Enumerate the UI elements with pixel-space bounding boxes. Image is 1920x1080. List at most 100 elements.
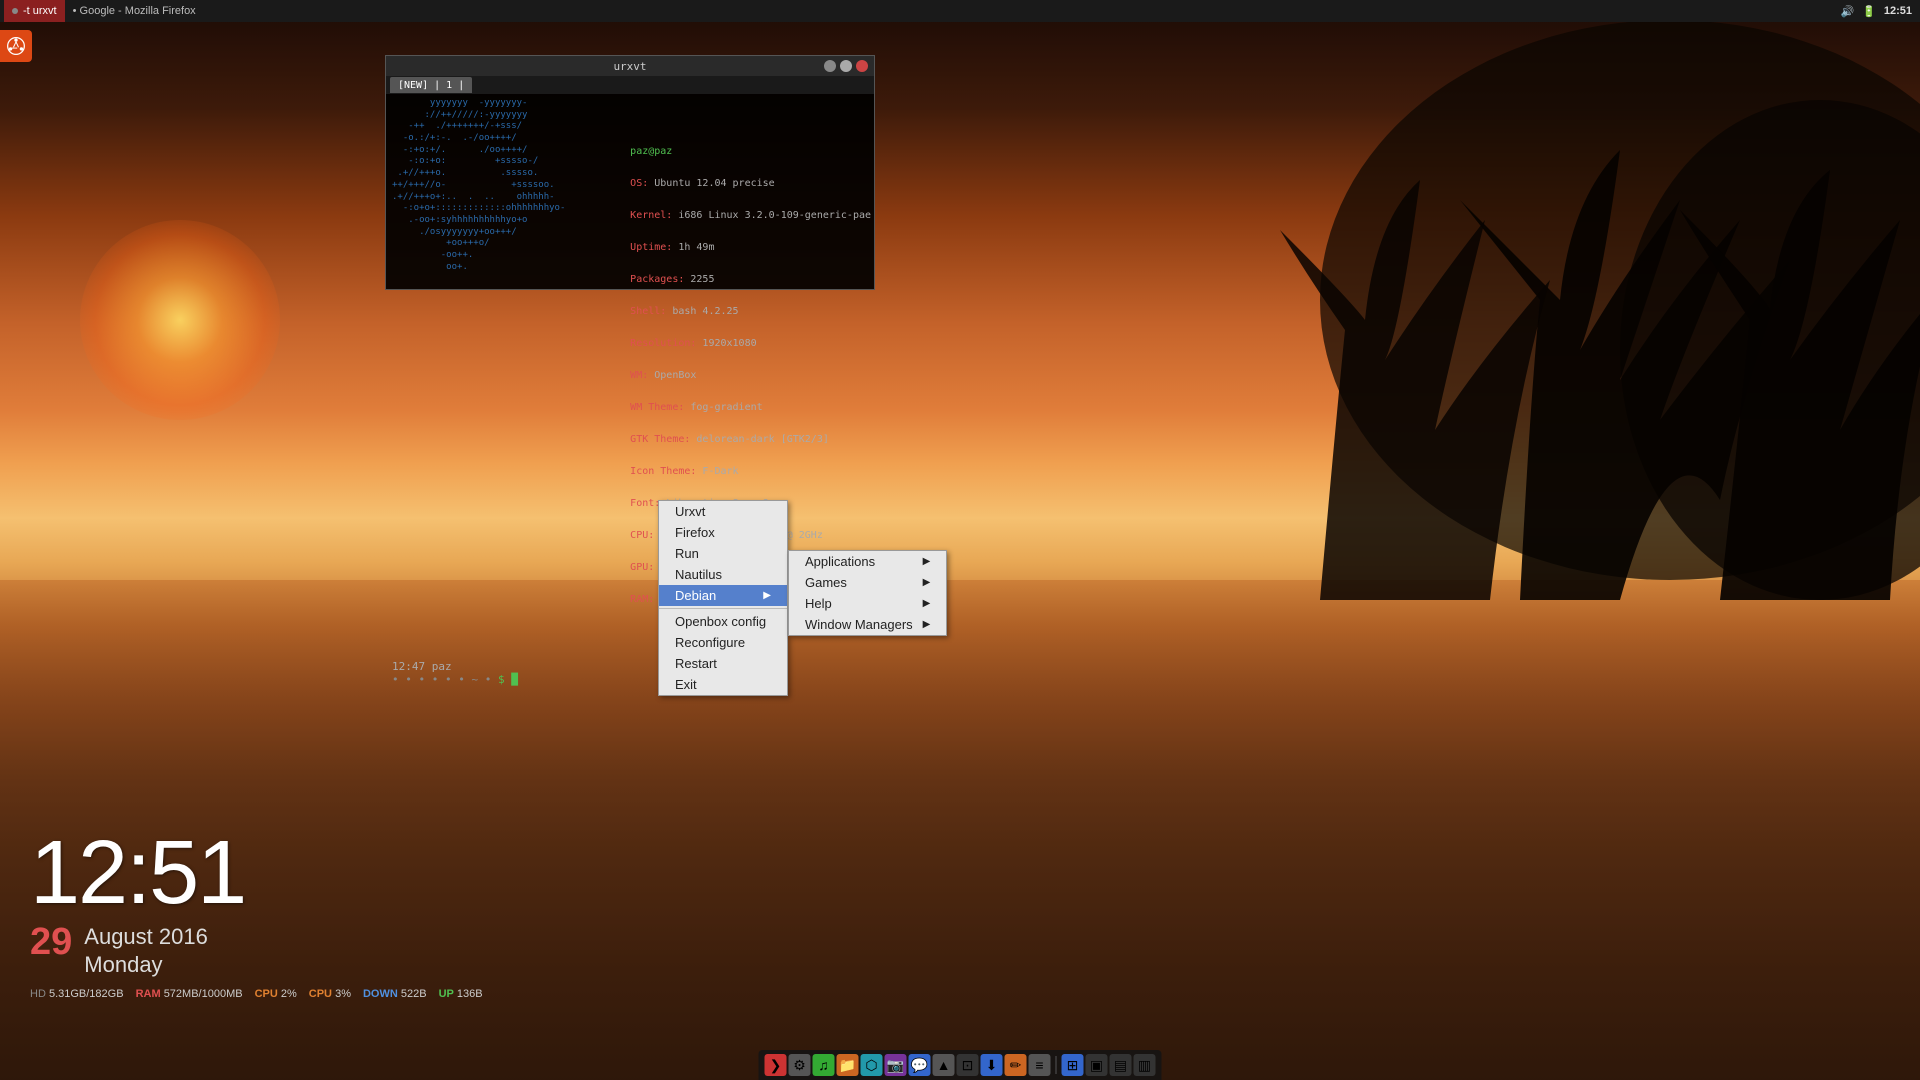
dock-icon-terminal[interactable]: ❯ xyxy=(765,1054,787,1076)
minimize-button[interactable] xyxy=(824,60,836,72)
menu-item-run[interactable]: Run xyxy=(659,543,787,564)
task-urxvt-label: -t urxvt xyxy=(23,5,57,17)
menu-arrow-debian: ▶ xyxy=(763,590,771,601)
ubuntu-logo xyxy=(6,36,26,56)
clock-widget: 12:51 29 August 2016 Monday xyxy=(30,828,245,980)
menu-item-exit[interactable]: Exit xyxy=(659,674,787,695)
menu-item-openbox-config[interactable]: Openbox config xyxy=(659,611,787,632)
dock-icon-preview3[interactable]: ▥ xyxy=(1134,1054,1156,1076)
dock-icon-screenshot[interactable]: 📷 xyxy=(885,1054,907,1076)
taskbar-right: 🔊 🔋 12:51 xyxy=(1832,0,1920,22)
stat-ram: RAM 572MB/1000MB xyxy=(136,988,243,1000)
stat-ram-label-red: RAM xyxy=(136,988,161,1000)
dock-icon-preview2[interactable]: ▤ xyxy=(1110,1054,1132,1076)
context-menu: Urxvt Firefox Run Nautilus Debian ▶ Open… xyxy=(658,500,788,696)
menu-label-nautilus: Nautilus xyxy=(675,567,722,582)
menu-label-restart: Restart xyxy=(675,656,717,671)
terminal-tab[interactable]: [NEW] | 1 | xyxy=(390,77,472,93)
stat-down: DOWN 522B xyxy=(363,988,427,1000)
menu-arrow-games: ▶ xyxy=(923,577,931,588)
stat-down-label: DOWN xyxy=(363,988,398,1000)
menu-item-firefox[interactable]: Firefox xyxy=(659,522,787,543)
dock-separator xyxy=(1056,1056,1057,1074)
stat-cpu1: CPU 2% xyxy=(255,988,297,1000)
clock-time: 12:51 xyxy=(30,828,245,918)
window-controls xyxy=(824,60,868,72)
prompt-dots: • • • • • • ~ • xyxy=(392,673,491,686)
task-firefox[interactable]: • Google - Mozilla Firefox xyxy=(65,0,204,22)
stat-cpu-value: 2% xyxy=(281,988,297,1000)
task-urxvt[interactable]: -t urxvt xyxy=(4,0,65,22)
dock-icon-calc[interactable]: ≡ xyxy=(1029,1054,1051,1076)
clock-day-name: Monday xyxy=(84,951,208,980)
prompt-time: 12:47 paz xyxy=(392,660,452,673)
menu-item-debian[interactable]: Debian ▶ xyxy=(659,585,787,606)
menu-item-window-managers[interactable]: Window Managers ▶ xyxy=(789,614,946,635)
dock-icon-music[interactable]: ♫ xyxy=(813,1054,835,1076)
ubuntu-button[interactable] xyxy=(0,30,32,62)
clock-date: 29 August 2016 Monday xyxy=(30,923,245,980)
volume-icon[interactable]: 🔊 xyxy=(1840,5,1854,18)
stat-up: UP 136B xyxy=(439,988,483,1000)
menu-item-restart[interactable]: Restart xyxy=(659,653,787,674)
stat-cpu2-label: CPU xyxy=(309,988,332,1000)
dock-icon-download[interactable]: ⬇ xyxy=(981,1054,1003,1076)
menu-label-debian: Debian xyxy=(675,588,716,603)
stat-hd-value: 5.31GB/182GB xyxy=(49,988,124,1000)
dock-icon-up[interactable]: ▲ xyxy=(933,1054,955,1076)
stat-cpu2-value: 3% xyxy=(335,988,351,1000)
stat-down-value: 522B xyxy=(401,988,427,1000)
sun-glow xyxy=(80,220,280,420)
menu-arrow-window-managers: ▶ xyxy=(923,619,931,630)
dock-icon-network[interactable]: ⬡ xyxy=(861,1054,883,1076)
close-button[interactable] xyxy=(856,60,868,72)
menu-item-games[interactable]: Games ▶ xyxy=(789,572,946,593)
menu-item-nautilus[interactable]: Nautilus xyxy=(659,564,787,585)
terminal-tabs: [NEW] | 1 | xyxy=(386,76,874,94)
menu-item-urxvt[interactable]: Urxvt xyxy=(659,501,787,522)
menu-arrow-applications: ▶ xyxy=(923,556,931,567)
menu-label-urxvt: Urxvt xyxy=(675,504,705,519)
terminal-titlebar: urxvt xyxy=(386,56,874,76)
maximize-button[interactable] xyxy=(840,60,852,72)
taskbar-top: -t urxvt • Google - Mozilla Firefox 🔊 🔋 … xyxy=(0,0,1920,22)
stat-cpu-label-orange: CPU xyxy=(255,988,278,1000)
clock-day-number: 29 xyxy=(30,923,72,961)
menu-item-help[interactable]: Help ▶ xyxy=(789,593,946,614)
task-firefox-label: • Google - Mozilla Firefox xyxy=(73,5,196,17)
menu-label-exit: Exit xyxy=(675,677,697,692)
dock-icon-workspace[interactable]: ⊞ xyxy=(1062,1054,1084,1076)
water-reflection xyxy=(0,580,1920,1080)
terminal-title: urxvt xyxy=(613,60,646,73)
terminal-ascii-art: yyyyyyy -yyyyyyy- ://++/////:-yyyyyyy -+… xyxy=(392,98,572,654)
prompt-cursor: $ █ xyxy=(498,673,518,686)
dock-icon-paint[interactable]: ✏ xyxy=(1005,1054,1027,1076)
clock-month-year: August 2016 xyxy=(84,923,208,952)
menu-item-reconfigure[interactable]: Reconfigure xyxy=(659,632,787,653)
system-stats: HD 5.31GB/182GB RAM 572MB/1000MB CPU 2% … xyxy=(30,988,483,1000)
dock-icon-preview[interactable]: ▣ xyxy=(1086,1054,1108,1076)
dock-icon-chat[interactable]: 💬 xyxy=(909,1054,931,1076)
menu-label-run: Run xyxy=(675,546,699,561)
stat-up-label: UP xyxy=(439,988,454,1000)
info-user: paz@paz xyxy=(630,146,672,157)
stat-up-value: 136B xyxy=(457,988,483,1000)
stat-ram-value: 572MB/1000MB xyxy=(164,988,243,1000)
menu-label-games: Games xyxy=(805,575,847,590)
terminal-prompt: 12:47 paz • • • • • • ~ • $ █ xyxy=(386,658,874,688)
dock-icon-map[interactable]: ⊡ xyxy=(957,1054,979,1076)
bottom-dock: ❯ ⚙ ♫ 📁 ⬡ 📷 💬 ▲ ⊡ ⬇ ✏ ≡ ⊞ ▣ ▤ ▥ xyxy=(759,1050,1162,1080)
stat-hd: HD 5.31GB/182GB xyxy=(30,988,124,1000)
terminal-window: urxvt [NEW] | 1 | yyyyyyy -yyyyyyy- ://+… xyxy=(385,55,875,290)
terminal-tab-label: [NEW] | 1 | xyxy=(398,80,464,91)
task-dot xyxy=(12,8,18,14)
menu-arrow-help: ▶ xyxy=(923,598,931,609)
menu-label-help: Help xyxy=(805,596,832,611)
menu-label-window-managers: Window Managers xyxy=(805,617,913,632)
clock-date-text: August 2016 Monday xyxy=(84,923,208,980)
menu-item-applications[interactable]: Applications ▶ xyxy=(789,551,946,572)
dock-icon-settings[interactable]: ⚙ xyxy=(789,1054,811,1076)
menu-label-reconfigure: Reconfigure xyxy=(675,635,745,650)
dock-icon-files[interactable]: 📁 xyxy=(837,1054,859,1076)
submenu-debian: Applications ▶ Games ▶ Help ▶ Window Man… xyxy=(788,550,947,636)
